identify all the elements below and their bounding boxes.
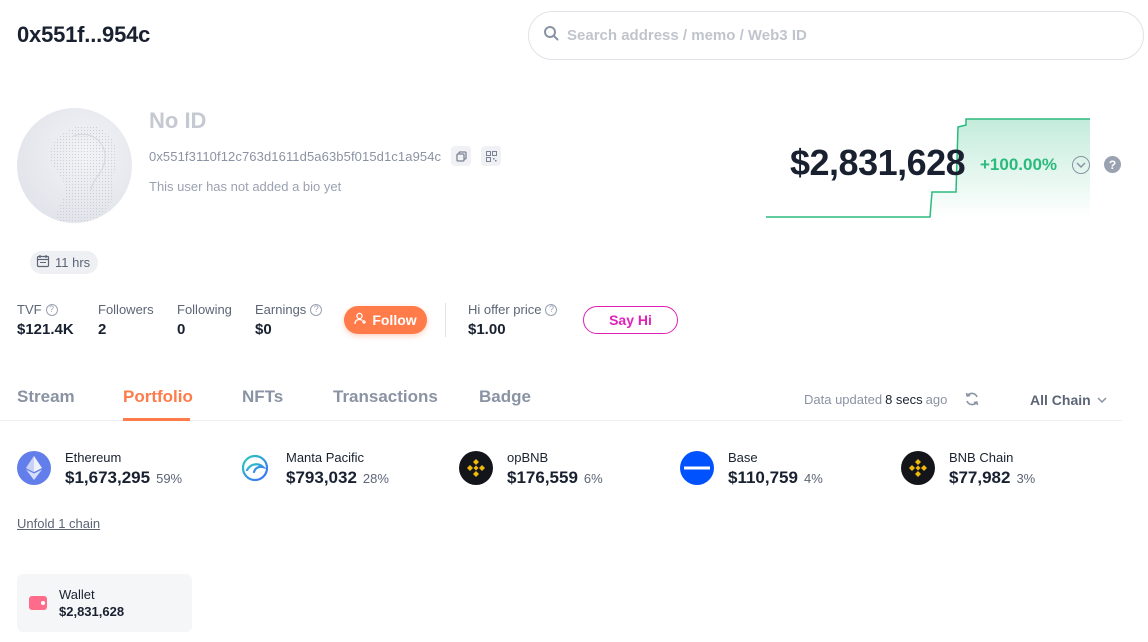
stat-value: 0 xyxy=(177,321,186,338)
add-user-icon xyxy=(354,312,367,328)
copy-icon[interactable] xyxy=(451,146,472,166)
tab-portfolio[interactable]: Portfolio xyxy=(123,387,193,407)
ethereum-icon xyxy=(17,451,51,485)
chevron-down-icon[interactable] xyxy=(1072,156,1090,174)
chain-amount: $1,673,295 xyxy=(65,468,151,487)
search-icon xyxy=(543,25,559,46)
updated-time: 8 secs xyxy=(885,392,923,407)
chain-item[interactable]: opBNB $176,559 6% xyxy=(459,450,603,488)
stat-value: $0 xyxy=(255,321,272,338)
tab-stream[interactable]: Stream xyxy=(17,387,75,407)
bnb-icon xyxy=(901,451,935,485)
stat-following[interactable]: Following 0 xyxy=(177,302,232,338)
chain-percent: 3% xyxy=(1016,471,1036,486)
chain-item[interactable]: BNB Chain $77,982 3% xyxy=(901,450,1035,488)
tab-transactions[interactable]: Transactions xyxy=(333,387,438,407)
unfold-chains-link[interactable]: Unfold 1 chain xyxy=(17,516,100,531)
search-input[interactable] xyxy=(567,27,1107,44)
qr-code-icon[interactable] xyxy=(481,146,502,166)
stat-tvf: TVF? $121.4K xyxy=(17,302,74,338)
search-bar[interactable] xyxy=(528,11,1144,60)
question-icon[interactable]: ? xyxy=(310,303,323,316)
help-icon[interactable]: ? xyxy=(1104,156,1121,173)
account-age-badge: 11 hrs xyxy=(30,251,99,274)
wallet-address: 0x551f3110f12c763d1611d5a63b5f015d1c1a95… xyxy=(149,148,442,164)
divider xyxy=(445,303,446,337)
tab-nfts[interactable]: NFTs xyxy=(242,387,283,407)
chain-name: opBNB xyxy=(507,450,549,465)
stat-label: Hi offer price xyxy=(468,302,542,317)
active-tab-indicator xyxy=(123,418,190,421)
chain-percent: 6% xyxy=(583,471,603,486)
base-icon xyxy=(680,451,714,485)
address-row: 0x551f3110f12c763d1611d5a63b5f015d1c1a95… xyxy=(149,146,502,166)
stat-value: $121.4K xyxy=(17,321,74,338)
stat-earnings: Earnings? $0 xyxy=(255,302,323,338)
tab-bar: Stream Portfolio NFTs Transactions Badge xyxy=(0,378,1122,421)
wallet-value: $2,831,628 xyxy=(59,604,125,619)
page-title: 0x551f...954c xyxy=(17,22,151,47)
stat-value: $1.00 xyxy=(468,321,506,338)
follow-button[interactable]: Follow xyxy=(344,306,427,334)
chain-name: BNB Chain xyxy=(949,450,1014,465)
account-age: 11 hrs xyxy=(55,255,91,270)
chain-percent: 4% xyxy=(803,471,823,486)
stat-value: 2 xyxy=(98,321,107,338)
data-updated: Data updated 8 secs ago xyxy=(804,392,947,407)
profile-bio: This user has not added a bio yet xyxy=(149,179,342,194)
chain-amount: $793,032 xyxy=(286,468,357,487)
stat-hi-offer: Hi offer price? $1.00 xyxy=(468,302,558,338)
stat-followers[interactable]: Followers 2 xyxy=(98,302,154,338)
stat-label: TVF xyxy=(17,302,42,317)
stat-label: Followers xyxy=(98,302,154,317)
wallet-icon xyxy=(29,596,47,610)
chevron-down-icon xyxy=(1097,397,1107,403)
updated-suffix: ago xyxy=(925,392,948,407)
bnb-icon xyxy=(459,451,493,485)
net-worth-value: $2,831,628 xyxy=(790,142,966,183)
question-icon[interactable]: ? xyxy=(45,303,58,316)
chain-name: Ethereum xyxy=(65,450,122,465)
avatar xyxy=(17,108,132,223)
chain-filter-label: All Chain xyxy=(1030,392,1091,408)
profile-name: No ID xyxy=(149,108,207,133)
chain-item[interactable]: Base $110,759 4% xyxy=(680,450,823,488)
chain-name: Manta Pacific xyxy=(286,450,365,465)
chain-percent: 28% xyxy=(362,471,389,486)
chain-item[interactable]: Ethereum $1,673,295 59% xyxy=(17,450,182,488)
chain-name: Base xyxy=(728,450,758,465)
chain-filter-dropdown[interactable]: All Chain xyxy=(1030,392,1107,408)
question-icon[interactable]: ? xyxy=(545,303,558,316)
chain-amount: $110,759 xyxy=(728,468,798,487)
tab-badge[interactable]: Badge xyxy=(479,387,531,407)
wallet-card[interactable]: Wallet $2,831,628 xyxy=(17,574,192,632)
calendar-icon xyxy=(36,254,50,271)
wallet-label: Wallet xyxy=(59,587,95,602)
follow-label: Follow xyxy=(372,312,417,328)
stat-label: Following xyxy=(177,302,232,317)
manta-icon xyxy=(238,451,272,485)
chain-amount: $176,559 xyxy=(507,468,578,487)
updated-prefix: Data updated xyxy=(804,392,883,407)
refresh-icon[interactable] xyxy=(964,391,980,407)
chain-item[interactable]: Manta Pacific $793,032 28% xyxy=(238,450,389,488)
chain-percent: 59% xyxy=(156,471,183,486)
stat-label: Earnings xyxy=(255,302,307,317)
net-worth-change: +100.00% xyxy=(980,155,1058,174)
say-hi-button[interactable]: Say Hi xyxy=(583,306,678,334)
chain-amount: $77,982 xyxy=(949,468,1011,487)
